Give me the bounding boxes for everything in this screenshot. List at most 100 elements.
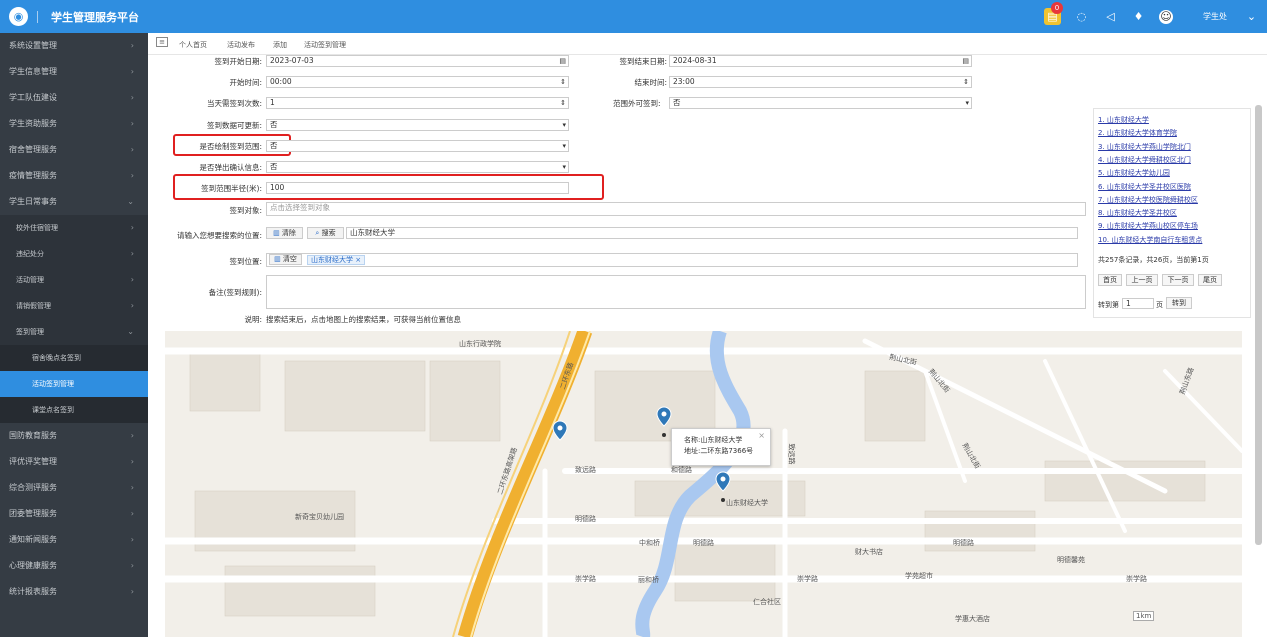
- chevron-icon: ›: [130, 67, 134, 76]
- crumb-signin[interactable]: 活动签到管理: [304, 40, 346, 50]
- result-link[interactable]: 6. 山东财经大学圣井校区医院: [1098, 182, 1191, 192]
- skin-icon[interactable]: ♦: [1130, 8, 1147, 25]
- daily-count-input[interactable]: 1 ⇕: [266, 97, 569, 109]
- remark-label: 备注(签到规则):: [208, 288, 262, 297]
- chevron-down-icon[interactable]: ⌄: [1243, 8, 1260, 25]
- result-link[interactable]: 8. 山东财经大学圣井校区: [1098, 208, 1177, 218]
- clear-button[interactable]: ▥ 清除: [266, 227, 303, 239]
- sidebar-item[interactable]: 违纪处分 ›: [0, 241, 148, 267]
- sidebar-item[interactable]: 宿舍管理服务 ›: [0, 137, 148, 163]
- location-input[interactable]: [266, 253, 1078, 267]
- daily-count-label: 当天需签到次数:: [206, 99, 262, 108]
- sidebar-item[interactable]: 校外住宿管理 ›: [0, 215, 148, 241]
- result-link[interactable]: 3. 山东财经大学燕山学院北门: [1098, 142, 1191, 152]
- draw-range-select[interactable]: 否 ▾: [266, 140, 569, 152]
- start-time-input[interactable]: 00:00 ⇕: [266, 76, 569, 88]
- confirm-select[interactable]: 否 ▾: [266, 161, 569, 173]
- jump-button[interactable]: 转到: [1166, 297, 1192, 309]
- map-label: 和德路: [671, 466, 692, 474]
- next-page-button[interactable]: 下一页: [1162, 274, 1194, 286]
- avatar[interactable]: ☺: [1159, 10, 1173, 24]
- result-link[interactable]: 10. 山东财经大学南自行车租赁点: [1098, 235, 1202, 245]
- sidebar-item[interactable]: 请销假管理 ›: [0, 293, 148, 319]
- chevron-icon: ›: [130, 431, 134, 440]
- sidebar-item[interactable]: 通知新闻服务 ›: [0, 527, 148, 553]
- sidebar-item[interactable]: 疫情管理服务 ›: [0, 163, 148, 189]
- chevron-down-icon: ▾: [562, 121, 566, 129]
- result-link[interactable]: 2. 山东财经大学体育学院: [1098, 128, 1177, 138]
- start-date-label: 签到开始日期:: [214, 57, 262, 66]
- sidebar-item[interactable]: 活动签到管理: [0, 371, 148, 397]
- notification-badge: 0: [1051, 2, 1063, 14]
- map-popup: × 名称:山东财经大学 地址:二环东路7366号: [671, 428, 771, 466]
- sidebar-item-label: 校外住宿管理: [16, 224, 58, 232]
- map-label: 致远路: [787, 443, 796, 465]
- sidebar-item[interactable]: 学生日常事务 ⌄: [0, 189, 148, 215]
- chevron-icon: ›: [130, 223, 134, 232]
- sidebar-item[interactable]: 签到管理 ⌄: [0, 319, 148, 345]
- top-bar: ◉ 学生管理服务平台 ▤ 0 ◌ ◁ ♦ ☺ 学生处 ⌄: [0, 0, 1267, 33]
- target-input[interactable]: 点击选择签到对象: [266, 202, 1086, 216]
- sidebar-item[interactable]: 学工队伍建设 ›: [0, 85, 148, 111]
- sidebar-item-label: 统计报表服务: [9, 587, 57, 596]
- outside-select[interactable]: 否 ▾: [669, 97, 972, 109]
- chat-icon[interactable]: ◌: [1073, 8, 1090, 25]
- app-title: 学生管理服务平台: [51, 11, 139, 24]
- sidebar-item[interactable]: 评优评奖管理 ›: [0, 449, 148, 475]
- sidebar-item[interactable]: 学生资助服务 ›: [0, 111, 148, 137]
- jump-page-input[interactable]: 1: [1122, 298, 1154, 309]
- chevron-icon: ›: [130, 93, 134, 102]
- scrollbar[interactable]: [1255, 105, 1262, 545]
- sound-icon[interactable]: ◁: [1102, 8, 1119, 25]
- sidebar-item[interactable]: 课堂点名签到: [0, 397, 148, 423]
- close-icon[interactable]: ×: [758, 430, 765, 441]
- start-date-input[interactable]: 2023-07-03 ▤: [266, 55, 569, 67]
- location-tag[interactable]: 山东财经大学 ×: [307, 255, 366, 265]
- sidebar-item[interactable]: 综合测评服务 ›: [0, 475, 148, 501]
- sidebar-item-label: 学生信息管理: [9, 67, 57, 76]
- sidebar-item[interactable]: 团委管理服务 ›: [0, 501, 148, 527]
- end-date-input[interactable]: 2024-08-31 ▤: [669, 55, 972, 67]
- updatable-select[interactable]: 否 ▾: [266, 119, 569, 131]
- map-label: 山东行政学院: [459, 340, 501, 348]
- radius-input[interactable]: 100: [266, 182, 569, 194]
- map-canvas[interactable]: [165, 331, 1242, 637]
- first-page-button[interactable]: 首页: [1098, 274, 1122, 286]
- search-input[interactable]: 山东财经大学: [346, 227, 1078, 239]
- result-link[interactable]: 9. 山东财经大学燕山校区停车场: [1098, 221, 1198, 231]
- sidebar-item[interactable]: 心理健康服务 ›: [0, 553, 148, 579]
- chevron-icon: ›: [130, 509, 134, 518]
- sidebar-item[interactable]: 活动管理 ›: [0, 267, 148, 293]
- remark-textarea[interactable]: [266, 275, 1086, 309]
- search-button[interactable]: ⌕ 搜索: [307, 227, 344, 239]
- sidebar-item[interactable]: 系统设置管理 ›: [0, 33, 148, 59]
- result-link[interactable]: 1. 山东财经大学: [1098, 115, 1149, 125]
- chevron-icon: ›: [130, 535, 134, 544]
- result-link[interactable]: 7. 山东财经大学校医院舜耕校区: [1098, 195, 1198, 205]
- sidebar-item[interactable]: 统计报表服务 ›: [0, 579, 148, 605]
- menu-toggle-icon[interactable]: ≡: [156, 37, 168, 47]
- chevron-icon: ›: [130, 119, 134, 128]
- crumb-publish[interactable]: 活动发布: [227, 40, 255, 50]
- chevron-icon: ›: [130, 457, 134, 466]
- clear-location-button[interactable]: ▥ 清空: [269, 254, 302, 265]
- result-link[interactable]: 4. 山东财经大学舜耕校区北门: [1098, 155, 1191, 165]
- prev-page-button[interactable]: 上一页: [1126, 274, 1158, 286]
- crumb-home[interactable]: 个人首页: [179, 40, 207, 50]
- end-time-input[interactable]: 23:00 ⇕: [669, 76, 972, 88]
- sidebar-item[interactable]: 宿舍晚点名签到: [0, 345, 148, 371]
- popup-address: 地址:二环东路7366号: [684, 447, 754, 455]
- last-page-button[interactable]: 尾页: [1198, 274, 1222, 286]
- map-label: 仁合社区: [753, 598, 781, 606]
- sidebar-item-label: 违纪处分: [16, 250, 44, 258]
- map[interactable]: 山东行政学院 二环东路 二环东路高架路 致远路 明德路 中和桥 明德路 财大书店…: [165, 331, 1242, 637]
- crumb-add[interactable]: 添加: [273, 40, 287, 50]
- chevron-icon: ⌄: [127, 327, 134, 336]
- user-name[interactable]: 学生处: [1203, 11, 1227, 22]
- result-link[interactable]: 5. 山东财经大学幼儿园: [1098, 168, 1170, 178]
- map-label: 学苑超市: [905, 572, 933, 580]
- map-label: 明德路: [953, 539, 974, 547]
- map-label: 中和桥: [639, 539, 660, 547]
- sidebar-item[interactable]: 国防教育服务 ›: [0, 423, 148, 449]
- sidebar-item[interactable]: 学生信息管理 ›: [0, 59, 148, 85]
